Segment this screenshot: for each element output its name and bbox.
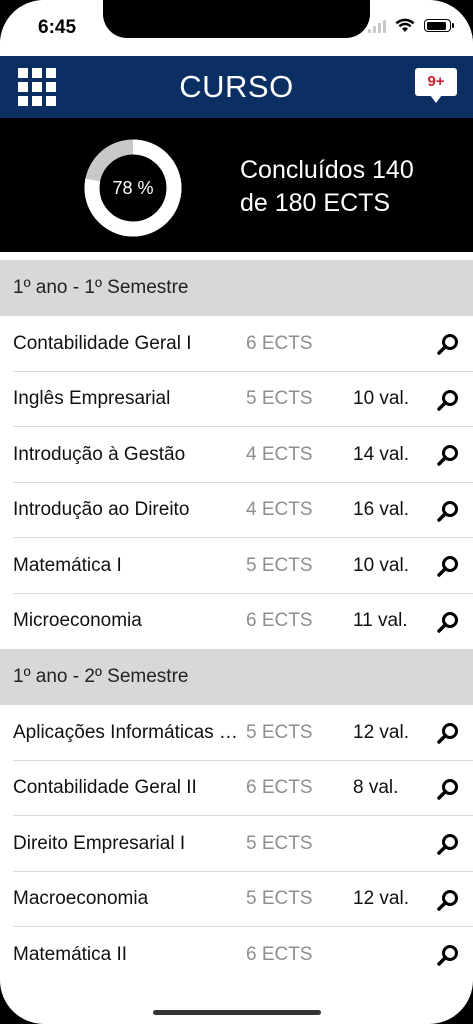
course-ects: 5 ECTS <box>246 721 313 743</box>
search-icon[interactable] <box>436 610 460 634</box>
table-row[interactable]: Direito Empresarial I 5 ECTS <box>0 816 473 872</box>
course-grade: 12 val. <box>353 888 409 910</box>
course-name: Aplicações Informáticas para a Gestão <box>13 721 241 743</box>
table-row[interactable]: Contabilidade Geral II 6 ECTS 8 val. <box>0 761 473 817</box>
progress-percent: 78 % <box>112 177 154 198</box>
course-grade: 12 val. <box>353 721 409 743</box>
grid-menu-button[interactable] <box>18 68 56 106</box>
progress-summary-line1: Concluídos 140 <box>240 156 414 184</box>
app-header: CURSO 9+ <box>0 56 473 118</box>
table-row[interactable]: Contabilidade Geral I 6 ECTS <box>0 316 473 372</box>
table-row[interactable]: Microeconomia 6 ECTS 11 val. <box>0 594 473 650</box>
course-name: Introdução ao Direito <box>13 499 190 521</box>
search-icon[interactable] <box>436 388 460 412</box>
course-grade: 16 val. <box>353 499 409 521</box>
table-row[interactable]: Introdução à Gestão 4 ECTS 14 val. <box>0 427 473 483</box>
divider <box>0 252 473 260</box>
notification-count-badge: 9+ <box>415 68 457 96</box>
course-ects: 5 ECTS <box>246 388 313 410</box>
search-icon[interactable] <box>436 777 460 801</box>
course-grade: 10 val. <box>353 388 409 410</box>
table-row[interactable]: Macroeconomia 5 ECTS 12 val. <box>0 872 473 928</box>
course-ects: 6 ECTS <box>246 943 313 965</box>
search-icon[interactable] <box>436 332 460 356</box>
course-grade: 8 val. <box>353 777 399 799</box>
grid-menu-icon <box>18 68 28 78</box>
course-grade: 14 val. <box>353 443 409 465</box>
wifi-icon <box>395 18 415 32</box>
course-list: 1º ano - 1º Semestre Contabilidade Geral… <box>0 260 473 983</box>
page-title: CURSO <box>179 69 294 104</box>
course-name: Macroeconomia <box>13 888 149 910</box>
course-name: Direito Empresarial I <box>13 832 186 854</box>
section-header: 1º ano - 2º Semestre <box>0 649 473 705</box>
table-row[interactable]: Introdução ao Direito 4 ECTS 16 val. <box>0 483 473 539</box>
course-grade: 11 val. <box>353 610 408 632</box>
course-ects: 5 ECTS <box>246 832 313 854</box>
table-row[interactable]: Matemática I 5 ECTS 10 val. <box>0 538 473 594</box>
status-icons <box>368 18 454 33</box>
course-ects: 4 ECTS <box>246 499 313 521</box>
table-row[interactable]: Inglês Empresarial 5 ECTS 10 val. <box>0 372 473 428</box>
course-name: Inglês Empresarial <box>13 388 171 410</box>
status-time: 6:45 <box>38 17 77 38</box>
table-row[interactable]: Matemática II 6 ECTS <box>0 927 473 983</box>
search-icon[interactable] <box>436 499 460 523</box>
progress-summary: Concluídos 140 de 180 ECTS <box>240 154 450 220</box>
device-notch <box>103 0 370 38</box>
search-icon[interactable] <box>436 721 460 745</box>
course-grade: 10 val. <box>353 554 409 576</box>
speech-bubble-icon <box>430 95 442 103</box>
course-name: Microeconomia <box>13 610 142 632</box>
notifications-button[interactable]: 9+ <box>415 68 457 106</box>
course-name: Contabilidade Geral I <box>13 332 192 354</box>
search-icon[interactable] <box>436 554 460 578</box>
search-icon[interactable] <box>436 943 460 967</box>
search-icon[interactable] <box>436 832 460 856</box>
table-row[interactable]: Aplicações Informáticas para a Gestão 5 … <box>0 705 473 761</box>
course-ects: 5 ECTS <box>246 888 313 910</box>
battery-icon <box>424 19 454 32</box>
course-ects: 5 ECTS <box>246 554 313 576</box>
section-header: 1º ano - 1º Semestre <box>0 260 473 316</box>
progress-banner: 78 % Concluídos 140 de 180 ECTS <box>0 118 473 252</box>
course-ects: 4 ECTS <box>246 443 313 465</box>
status-bar: 6:45 <box>0 0 473 56</box>
course-ects: 6 ECTS <box>246 610 313 632</box>
search-icon[interactable] <box>436 443 460 467</box>
app-screen: 6:45 CURSO 9+ 78 % Concluídos 140 de 180… <box>0 0 473 1024</box>
course-name: Contabilidade Geral II <box>13 777 197 799</box>
course-ects: 6 ECTS <box>246 777 313 799</box>
home-indicator[interactable] <box>153 1010 321 1015</box>
course-name: Matemática II <box>13 943 128 965</box>
course-name: Matemática I <box>13 554 122 576</box>
course-ects: 6 ECTS <box>246 332 313 354</box>
progress-summary-line2: de 180 ECTS <box>240 189 391 217</box>
course-name: Introdução à Gestão <box>13 443 186 465</box>
cellular-signal-icon <box>368 19 386 33</box>
search-icon[interactable] <box>436 888 460 912</box>
